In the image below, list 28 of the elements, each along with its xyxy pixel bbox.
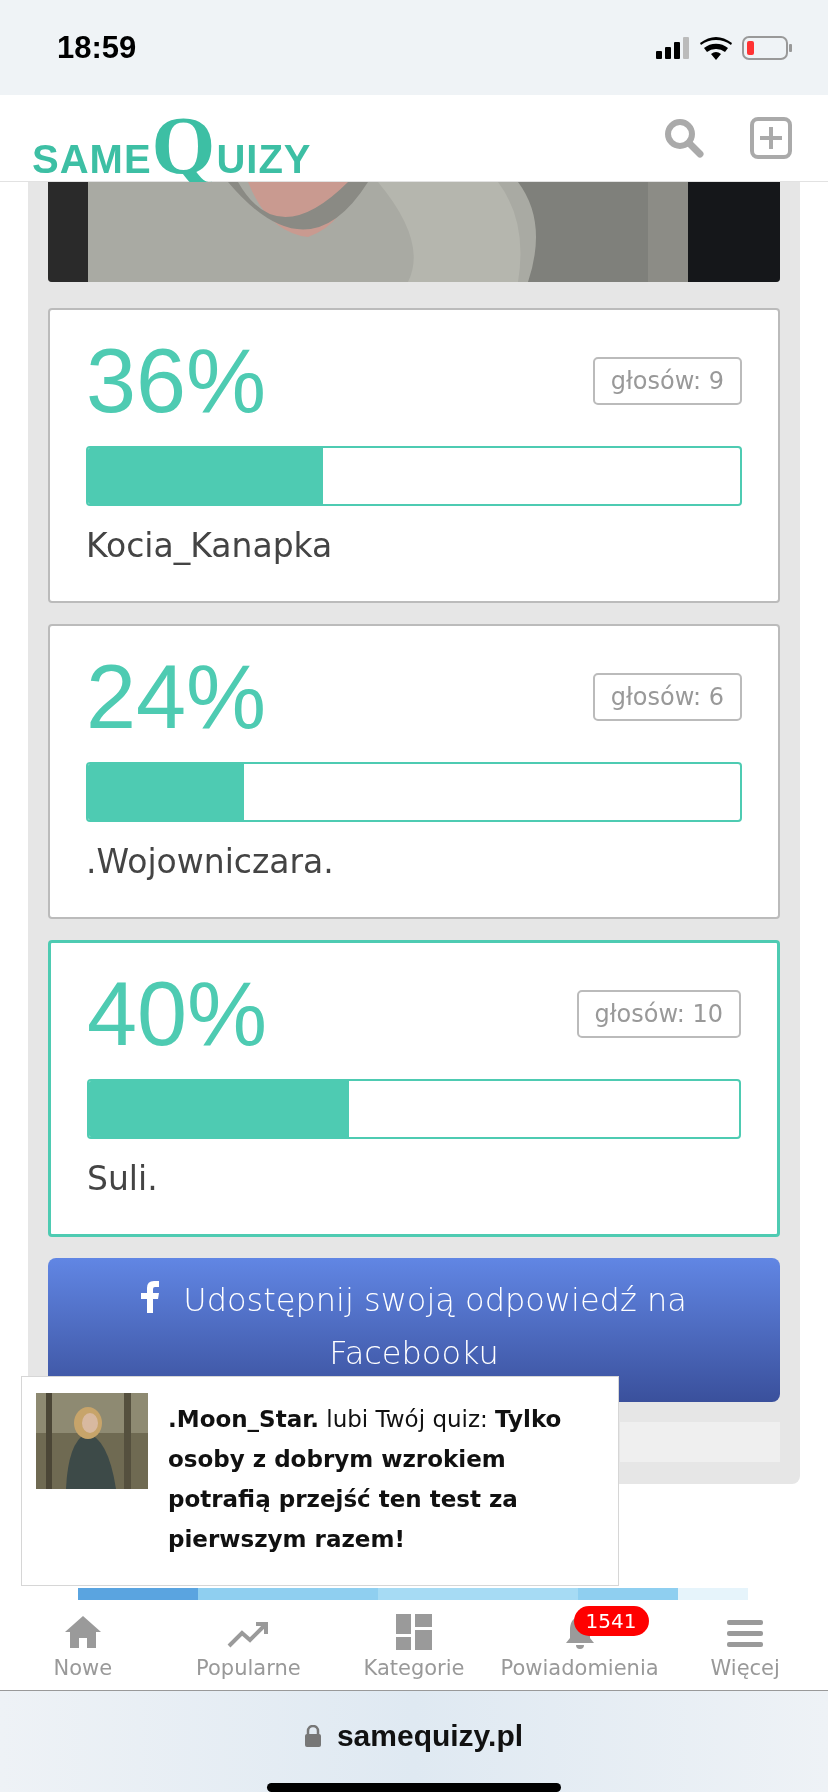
- vote-count: głosów: 10: [576, 990, 741, 1038]
- lock-icon: [304, 1725, 321, 1747]
- vote-count: głosów: 9: [592, 357, 742, 405]
- signal-icon: [656, 36, 690, 59]
- nav-tab[interactable]: Powiadomienia 1541: [496, 1600, 663, 1690]
- result-card[interactable]: 24% głosów: 6 .Wojowniczara.: [48, 624, 780, 919]
- add-icon[interactable]: [750, 117, 792, 159]
- answer-name: Kocia_Kanapka: [86, 526, 334, 565]
- percent-value: 36%: [86, 336, 267, 426]
- grid-icon: [396, 1614, 432, 1650]
- search-icon[interactable]: [664, 118, 704, 158]
- menu-icon: [725, 1618, 766, 1650]
- answer-name: .Wojowniczara.: [86, 842, 335, 881]
- battery-icon: [742, 35, 792, 60]
- result-card[interactable]: 40% głosów: 10 Suli.: [48, 940, 780, 1237]
- facebook-icon: [141, 1281, 160, 1313]
- notification-popup[interactable]: .Moon_Star. lubi Twój quiz: Tylko osoby z dobrym wzrokiem potrafią przejść ten test za pierwszym razem!: [21, 1376, 619, 1586]
- notification-text: .Moon_Star. lubi Twój quiz: Tylko osoby z dobrym wzrokiem potrafią przejść ten test za pierwszym razem!: [168, 1405, 563, 1554]
- wifi-icon: [700, 35, 732, 60]
- answer-name: Suli.: [87, 1159, 159, 1198]
- vote-count: głosów: 6: [592, 673, 742, 721]
- percent-value: 40%: [87, 969, 268, 1059]
- url-text[interactable]: samequizy.pl: [336, 1719, 524, 1753]
- trend-icon: [227, 1620, 270, 1650]
- clock-time: 18:59: [57, 29, 137, 66]
- percent-value: 24%: [86, 652, 267, 742]
- notification-count: 1541: [573, 1606, 649, 1636]
- result-card[interactable]: 36% głosów: 9 Kocia_Kanapka: [48, 308, 780, 603]
